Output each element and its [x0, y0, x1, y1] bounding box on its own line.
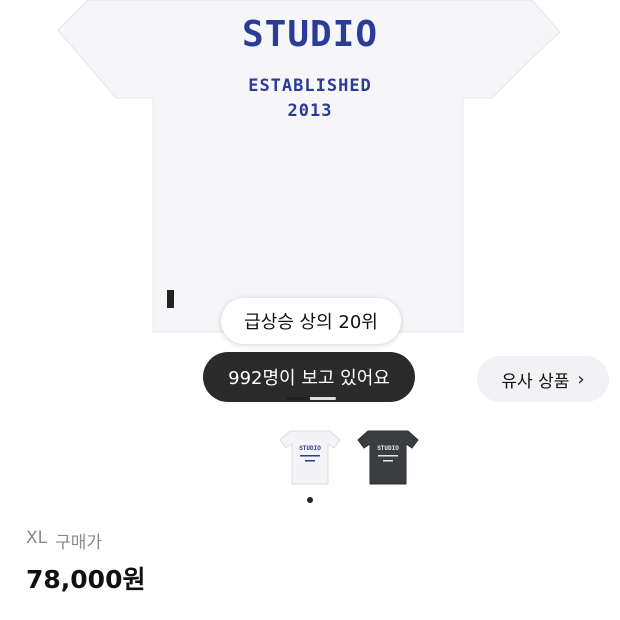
- chevron-right-icon: ›: [577, 368, 585, 390]
- print-year: 2013: [287, 101, 333, 121]
- thumb1-print-text: STUDIO: [299, 445, 321, 452]
- similar-products-label: 유사 상품: [501, 371, 570, 392]
- rank-badge: 급상승 상의 20위: [221, 298, 401, 344]
- size-label: XL: [26, 528, 48, 548]
- print-title: STUDIO: [241, 14, 379, 55]
- price-type-label: 구매가: [55, 533, 103, 553]
- carousel-dot-active: [307, 497, 313, 503]
- similar-products-button[interactable]: 유사 상품 ›: [477, 356, 609, 402]
- print-established: ESTABLISHED: [248, 76, 372, 96]
- tshirt-illustration: [57, 0, 561, 333]
- image-progress-fill: [284, 397, 310, 400]
- white-tshirt-thumbnail-icon: STUDIO: [279, 430, 341, 485]
- thumbnail-charcoal[interactable]: STUDIO: [356, 426, 420, 486]
- charcoal-tshirt-thumbnail-icon: STUDIO: [357, 430, 419, 485]
- thumbnail-white[interactable]: STUDIO: [278, 426, 342, 486]
- price: 78,000원: [26, 565, 146, 594]
- size-tag: [167, 290, 174, 308]
- image-progress-bar: [284, 397, 336, 400]
- viewers-badge: 992명이 보고 있어요: [203, 352, 415, 402]
- size-purchase-row: XL 구매가: [26, 528, 102, 553]
- thumb2-print-text: STUDIO: [377, 445, 399, 452]
- product-image[interactable]: STUDIO ESTABLISHED 2013: [0, 0, 620, 410]
